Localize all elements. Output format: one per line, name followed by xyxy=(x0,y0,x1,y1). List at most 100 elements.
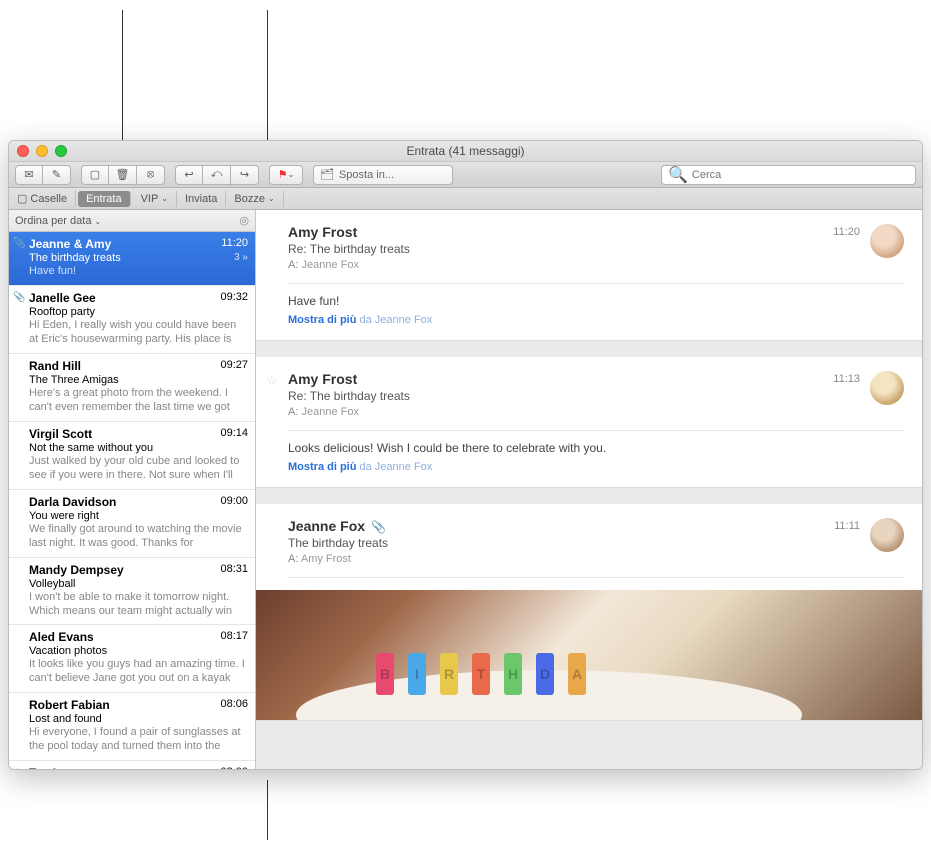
message-list-item[interactable]: Darla Davidson09:00You were rightWe fina… xyxy=(9,490,255,558)
attachment-icon: 📎 xyxy=(371,520,386,534)
message-from: Mandy Dempsey xyxy=(29,563,124,577)
message-subject: The Three Amigas xyxy=(29,374,119,386)
message-list-item[interactable]: ★ Tan Le 08:00 xyxy=(9,761,255,769)
favorite-inbox[interactable]: Entrata xyxy=(78,191,130,207)
flag-icon: ⚑ xyxy=(278,168,288,181)
vip-star-icon[interactable]: ☆ xyxy=(266,373,278,389)
message-preview: We finally got around to watching the mo… xyxy=(29,523,248,551)
favorite-drafts[interactable]: Bozze ⌄ xyxy=(226,191,283,207)
avatar xyxy=(870,518,904,552)
message-list-item[interactable]: Aled Evans08:17Vacation photosIt looks l… xyxy=(9,625,255,693)
star-icon: ★ xyxy=(13,767,22,769)
message-time: 11:20 xyxy=(833,226,860,238)
archive-button[interactable]: ▢ xyxy=(81,165,109,185)
message-preview: Here's a great photo from the weekend. I… xyxy=(29,387,248,415)
junk-icon: ⦻ xyxy=(147,168,154,181)
search-field[interactable]: 🔍 xyxy=(661,165,916,185)
junk-button[interactable]: ⦻ xyxy=(137,165,165,185)
filter-icon[interactable]: ◎ xyxy=(239,214,249,227)
chevron-down-icon: ⌄ xyxy=(161,194,168,203)
attachment-icon: 📎 xyxy=(13,292,25,303)
message-time: 08:06 xyxy=(220,698,248,712)
window-title: Entrata (41 messaggi) xyxy=(9,144,922,158)
message-from: Aled Evans xyxy=(29,630,94,644)
message-subject: Not the same without you xyxy=(29,442,153,454)
message-from: Rand Hill xyxy=(29,359,81,373)
window-controls xyxy=(9,145,67,157)
message-time: 08:00 xyxy=(220,766,248,769)
message-time: 11:13 xyxy=(833,373,860,385)
message-from: Robert Fabian xyxy=(29,698,110,712)
chevron-down-icon: ⌄ xyxy=(268,194,275,203)
flag-button[interactable]: ⚑ ⌄ xyxy=(269,165,303,185)
message-list-item[interactable]: 📎 Janelle Gee 09:32 Rooftop partyHi Eden, I… xyxy=(9,286,255,354)
message-time: 09:27 xyxy=(220,359,248,373)
message-list-item[interactable]: Rand Hill 09:27 The Three AmigasHere's a g… xyxy=(9,354,255,422)
close-window-button[interactable] xyxy=(17,145,29,157)
message-subject: The birthday treats xyxy=(288,536,834,550)
sidebar-icon: ▢ xyxy=(17,192,27,205)
delete-button[interactable]: 🗑 xyxy=(109,165,137,185)
message-preview: Just walked by your old cube and looked … xyxy=(29,455,248,483)
show-more-link[interactable]: Mostra di più da Jeanne Fox xyxy=(288,314,904,326)
message-preview: It looks like you guys had an amazing ti… xyxy=(29,658,248,686)
message-body: Looks delicious! Wish I could be there t… xyxy=(288,441,904,455)
attachment-image: BIRTHDA xyxy=(256,590,922,720)
search-input[interactable] xyxy=(692,169,909,181)
message-body: Have fun! xyxy=(288,294,904,308)
titlebar: Entrata (41 messaggi) xyxy=(9,141,922,162)
reply-icon: ↩ xyxy=(184,168,193,181)
message-preview: Hi Eden, I really wish you could have be… xyxy=(29,319,248,347)
reply-all-button[interactable]: ⤺ xyxy=(203,165,231,185)
reply-button[interactable]: ↩ xyxy=(175,165,203,185)
conversation-message: Amy FrostRe: The birthday treatsA: Jeann… xyxy=(256,210,922,341)
envelope-icon: ✉︎ xyxy=(24,168,33,181)
to-field: A: Amy Frost xyxy=(288,553,834,565)
favorite-vip[interactable]: VIP ⌄ xyxy=(133,191,177,207)
favorite-sent[interactable]: Inviata xyxy=(177,191,226,207)
message-list-item[interactable]: Virgil Scott09:14Not the same without yo… xyxy=(9,422,255,490)
compose-button[interactable]: ✎ xyxy=(43,165,71,185)
get-mail-button[interactable]: ✉︎ xyxy=(15,165,43,185)
move-to-button[interactable]: 🗂 Sposta in... xyxy=(313,165,453,185)
attachment-icon: 📎 xyxy=(13,238,25,249)
reply-all-icon: ⤺ xyxy=(211,168,223,181)
minimize-window-button[interactable] xyxy=(36,145,48,157)
sort-header[interactable]: Ordina per data ⌄ ◎ xyxy=(9,210,255,232)
message-subject: You were right xyxy=(29,510,99,522)
forward-button[interactable]: ↪ xyxy=(231,165,259,185)
message-subject: Re: The birthday treats xyxy=(288,242,833,256)
mailboxes-toggle[interactable]: ▢Caselle xyxy=(9,190,76,207)
message-subject: Re: The birthday treats xyxy=(288,389,833,403)
folder-icon: 🗂 xyxy=(320,168,334,181)
message-time: 08:31 xyxy=(220,563,248,577)
message-time: 11:20 xyxy=(221,237,248,251)
zoom-window-button[interactable] xyxy=(55,145,67,157)
avatar xyxy=(870,224,904,258)
message-time: 11:11 xyxy=(834,520,860,532)
favorites-bar: ▢Caselle Entrata VIP ⌄ Inviata Bozze ⌄ xyxy=(9,188,922,210)
conversation-message: Jeanne Fox📎The birthday treatsA: Amy Fro… xyxy=(256,504,922,721)
forward-icon: ↪ xyxy=(240,168,249,181)
message-list-item[interactable]: Robert Fabian08:06Lost and foundHi every… xyxy=(9,693,255,761)
compose-icon: ✎ xyxy=(52,168,61,181)
message-subject: The birthday treats xyxy=(29,252,121,264)
message-time: 09:14 xyxy=(220,427,248,441)
message-from: Darla Davidson xyxy=(29,495,116,509)
message-subject: Rooftop party xyxy=(29,306,95,318)
message-list-pane: Ordina per data ⌄ ◎ 📎 Jeanne & Amy 11:20 Th… xyxy=(9,210,256,769)
sender-name: Amy Frost xyxy=(288,371,833,387)
message-from: Jeanne & Amy xyxy=(29,237,111,251)
archive-icon: ▢ xyxy=(90,168,100,181)
avatar xyxy=(870,371,904,405)
message-list-item[interactable]: 📎Jeanne & Amy11:20The birthday treats3 »… xyxy=(9,232,255,286)
message-list-item[interactable]: Mandy Dempsey08:31VolleyballI won't be a… xyxy=(9,558,255,626)
message-from: Janelle Gee xyxy=(29,291,96,305)
conversation-message: ☆ Amy Frost Re: The birthday treats A: Jean… xyxy=(256,357,922,488)
chevron-down-icon: ⌄ xyxy=(95,217,102,226)
message-from: Tan Le xyxy=(29,766,67,769)
message-time: 09:32 xyxy=(220,291,248,305)
show-more-link[interactable]: Mostra di più da Jeanne Fox xyxy=(288,461,904,473)
to-field: A: Jeanne Fox xyxy=(288,406,833,418)
message-subject: Volleyball xyxy=(29,578,75,590)
